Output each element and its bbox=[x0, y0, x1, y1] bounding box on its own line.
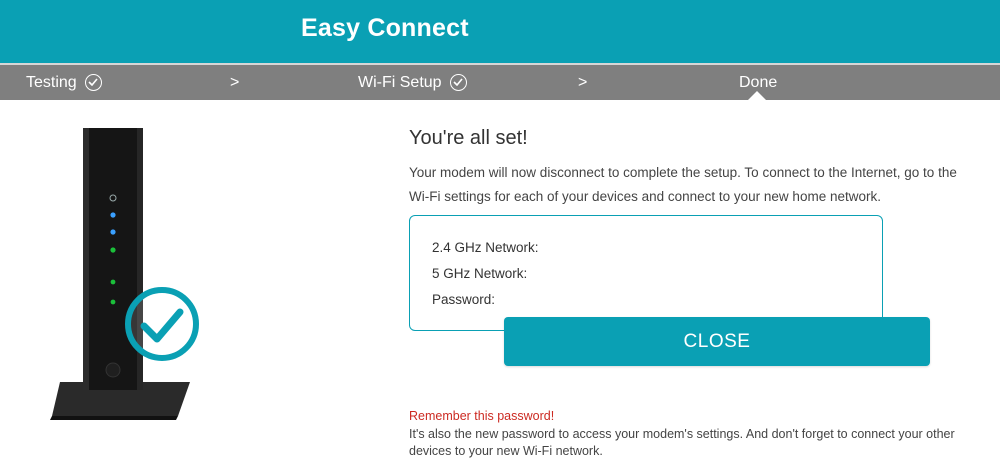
step-separator: > bbox=[578, 74, 588, 91]
setup-description: Your modem will now disconnect to comple… bbox=[409, 165, 957, 204]
app-title: Easy Connect bbox=[301, 14, 469, 42]
check-circle-icon bbox=[450, 74, 468, 91]
close-button[interactable]: CLOSE bbox=[504, 317, 930, 366]
check-circle-icon bbox=[85, 74, 103, 91]
active-step-indicator bbox=[748, 91, 766, 100]
step-separator: > bbox=[230, 74, 240, 91]
modem-image bbox=[50, 128, 199, 420]
ghz5-network-label: 5 GHz Network: bbox=[432, 266, 528, 281]
step-testing-label: Testing bbox=[26, 74, 77, 91]
password-note: It's also the new password to access you… bbox=[409, 427, 955, 458]
success-check-icon bbox=[125, 287, 199, 361]
step-wifi-setup: Wi-Fi Setup bbox=[358, 65, 468, 100]
step-testing: Testing bbox=[26, 65, 103, 100]
password-warning: Remember this password! bbox=[409, 409, 555, 423]
password-label: Password: bbox=[432, 292, 496, 307]
ghz24-network-label: 2.4 GHz Network: bbox=[432, 240, 539, 255]
step-wifi-setup-label: Wi-Fi Setup bbox=[358, 74, 442, 91]
app-header: Easy Connect bbox=[0, 0, 1000, 63]
network-info-box: 2.4 GHz Network: 5 GHz Network: Password… bbox=[409, 215, 883, 331]
page-title: You're all set! bbox=[409, 127, 528, 149]
progress-steps: Testing > Wi-Fi Setup > Done bbox=[0, 63, 1000, 100]
